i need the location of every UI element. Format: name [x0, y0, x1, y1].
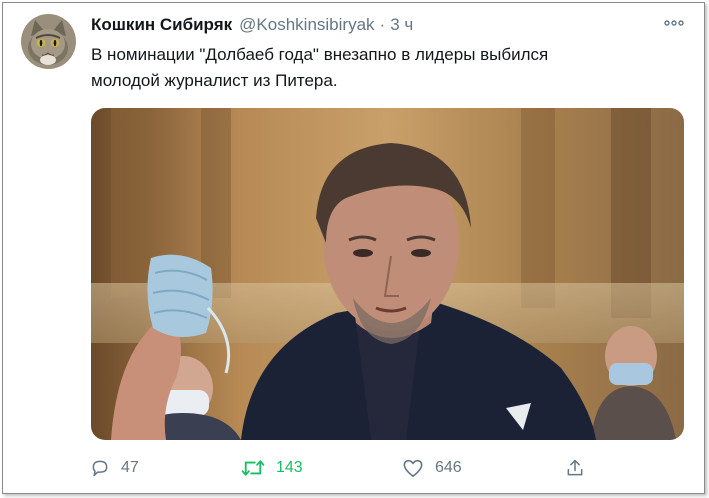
reply-button[interactable]: 47: [90, 456, 139, 480]
more-options-button[interactable]: [663, 14, 685, 32]
heart-icon: [403, 459, 423, 477]
avatar[interactable]: [21, 14, 76, 69]
tweet-timestamp[interactable]: 3 ч: [390, 15, 413, 35]
more-horizontal-icon: [664, 20, 684, 26]
retweet-button[interactable]: 143: [241, 456, 303, 480]
share-upload-icon: [567, 459, 583, 476]
tweet-photo[interactable]: [91, 108, 684, 440]
author-name[interactable]: Кошкин Сибиряк: [91, 15, 232, 35]
reply-bubble-icon: [92, 460, 108, 477]
separator-dot: ·: [379, 15, 386, 34]
photo-image: [91, 108, 684, 440]
author-handle[interactable]: @Koshkinsibiryak: [239, 15, 374, 35]
cat-avatar-icon: [21, 14, 76, 69]
retweet-arrows-icon: [241, 460, 265, 476]
like-button[interactable]: 646: [402, 456, 462, 480]
like-count: 646: [435, 459, 462, 476]
tweet-actions: 47 143 646: [0, 456, 709, 480]
tweet-header: Кошкин Сибиряк @Koshkinsibiryak · 3 ч: [91, 15, 413, 37]
share-button[interactable]: [565, 456, 596, 480]
tweet-text-line: молодой журналист из Питера.: [91, 71, 338, 90]
tweet-text: В номинации "Долбаеб года" внезапно в ли…: [91, 42, 681, 94]
tweet-text-line: В номинации "Долбаеб года" внезапно в ли…: [91, 45, 549, 64]
reply-count: 47: [121, 459, 139, 476]
retweet-count: 143: [276, 459, 303, 476]
